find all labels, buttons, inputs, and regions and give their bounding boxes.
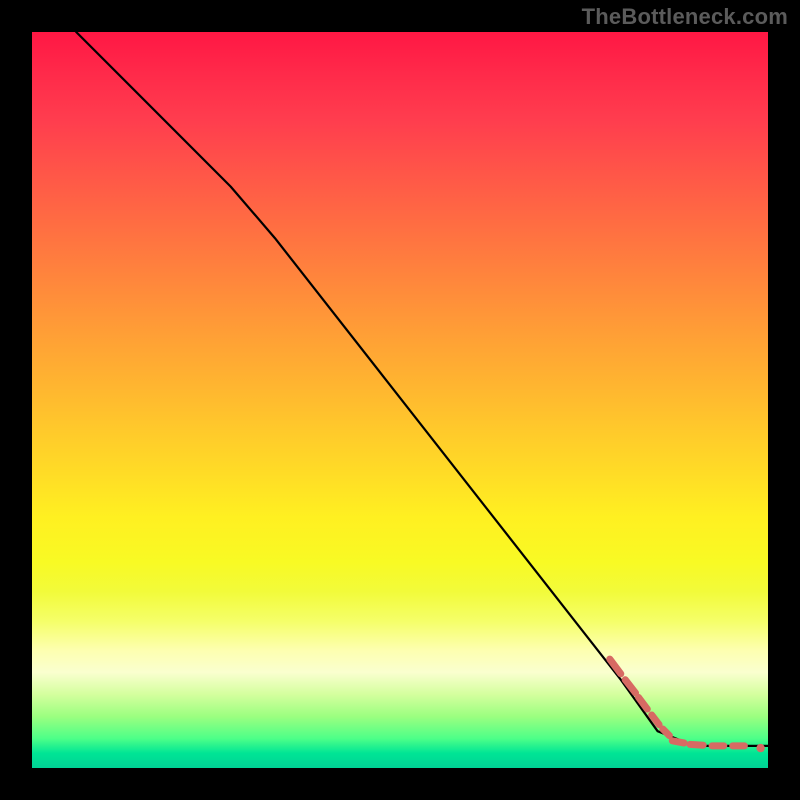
marker-dot [756, 744, 764, 752]
marker-dash [610, 659, 621, 674]
marker-dash [690, 744, 703, 745]
marker-dash [625, 680, 635, 693]
watermark-label: TheBottleneck.com [582, 4, 788, 30]
marker-dash [663, 729, 670, 736]
bottleneck-curve [76, 32, 768, 746]
plot-area [32, 32, 768, 768]
marker-dash [672, 741, 684, 743]
bottom-markers [610, 659, 765, 752]
plot-svg [32, 32, 768, 768]
chart-frame: TheBottleneck.com [0, 0, 800, 800]
